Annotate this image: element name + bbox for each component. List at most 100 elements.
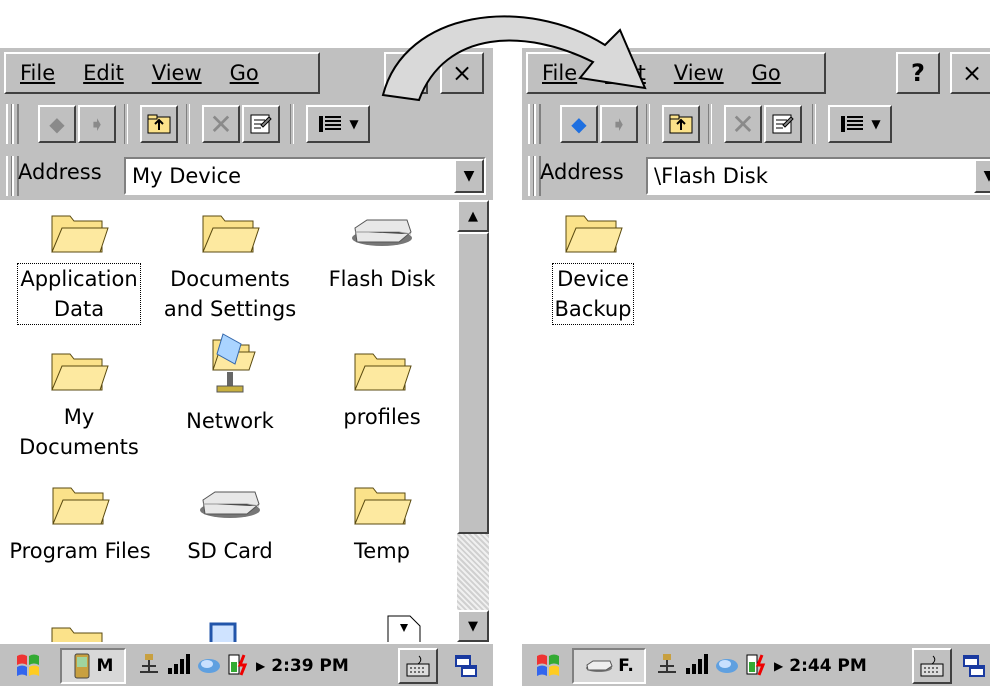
- address-bar: Address \Flash Disk ▼: [522, 150, 990, 200]
- back-icon[interactable]: ◆: [560, 105, 598, 143]
- chevron-down-icon: ▼: [871, 117, 881, 131]
- list-item[interactable]: Documents and Settings: [160, 208, 300, 324]
- list-item[interactable]: Flash Disk: [322, 208, 442, 294]
- file-list: Application Data Documents and Settings …: [0, 200, 457, 650]
- file-icon: [387, 615, 421, 644]
- start-icon[interactable]: [8, 648, 48, 684]
- desktop-switch-icon[interactable]: [958, 648, 990, 684]
- item-label: My Documents: [19, 405, 139, 459]
- item-label: Application Data: [17, 263, 141, 325]
- address-input[interactable]: \Flash Disk: [648, 164, 768, 188]
- device-icon: [74, 653, 90, 679]
- scroll-down-icon[interactable]: ▼: [457, 610, 489, 642]
- item-label: Flash Disk: [328, 267, 436, 291]
- taskbar-task-button[interactable]: F.: [572, 648, 646, 684]
- address-combo[interactable]: My Device ▼: [124, 157, 486, 195]
- forward-icon[interactable]: ➧: [600, 105, 638, 143]
- up-folder-icon[interactable]: [662, 105, 700, 143]
- list-item[interactable]: SD Card: [160, 480, 300, 566]
- close-button[interactable]: ×: [950, 52, 990, 94]
- address-label: Address: [18, 160, 102, 184]
- list-item[interactable]: profiles: [322, 346, 442, 432]
- network-connection-icon[interactable]: [136, 652, 162, 680]
- back-icon[interactable]: ◆: [38, 105, 76, 143]
- item-label: Device Backup: [551, 263, 635, 325]
- chevron-down-icon[interactable]: ▼: [974, 159, 990, 193]
- menu-edit[interactable]: Edit: [69, 61, 138, 85]
- view-mode-icon[interactable]: ▼: [828, 105, 892, 143]
- taskbar: F. ▶ 2:44 PM: [522, 642, 990, 686]
- properties-icon[interactable]: [242, 105, 280, 143]
- scroll-thumb[interactable]: [457, 232, 489, 534]
- drive-icon: [352, 219, 412, 246]
- address-bar: Address My Device ▼: [0, 150, 493, 200]
- delete-icon[interactable]: ✕: [202, 105, 240, 143]
- toolbar-separator: [186, 104, 190, 144]
- network-connection-icon[interactable]: [654, 652, 680, 680]
- menu-file[interactable]: File: [6, 61, 69, 85]
- desktop-switch-icon[interactable]: [446, 648, 486, 684]
- file-list: Device Backup: [522, 200, 990, 642]
- delete-icon[interactable]: ✕: [724, 105, 762, 143]
- system-tray: ▶ 2:44 PM: [652, 648, 867, 684]
- item-label: profiles: [343, 405, 421, 429]
- forward-icon[interactable]: ➧: [78, 105, 116, 143]
- sync-icon[interactable]: [196, 652, 222, 680]
- menu-box: File Edit View Go: [4, 52, 320, 94]
- chevron-down-icon: ▼: [349, 117, 359, 131]
- tray-expand-icon[interactable]: ▶: [774, 659, 783, 673]
- folder-icon: [354, 353, 412, 391]
- network-icon: [212, 333, 256, 393]
- properties-icon[interactable]: [764, 105, 802, 143]
- address-combo[interactable]: \Flash Disk ▼: [646, 157, 990, 195]
- menu-go[interactable]: Go: [216, 61, 273, 85]
- menu-go[interactable]: Go: [738, 61, 795, 85]
- item-label: SD Card: [187, 539, 273, 563]
- clock[interactable]: 2:44 PM: [789, 656, 867, 676]
- toolbar-separator: [646, 104, 650, 144]
- drive-icon: [200, 491, 260, 518]
- list-item[interactable]: Temp: [322, 480, 442, 566]
- taskbar-task-label: M: [96, 656, 114, 676]
- scroll-up-icon[interactable]: ▲: [457, 200, 489, 232]
- toolbar-separator: [708, 104, 712, 144]
- toolbar-grip-line: [12, 104, 19, 144]
- item-label: Program Files: [9, 539, 151, 563]
- vertical-scrollbar[interactable]: ▲ ▼: [457, 200, 489, 642]
- battery-charging-icon[interactable]: [744, 652, 770, 680]
- taskbar-task-button[interactable]: M: [60, 648, 126, 684]
- item-label: Network: [186, 409, 274, 433]
- tray-expand-icon[interactable]: ▶: [256, 659, 265, 673]
- toolbar-separator: [812, 104, 816, 144]
- toolbar-grip-line: [534, 104, 541, 144]
- clock[interactable]: 2:39 PM: [271, 656, 349, 676]
- address-input[interactable]: My Device: [126, 164, 241, 188]
- menu-view[interactable]: View: [138, 61, 216, 85]
- system-tray: ▶ 2:39 PM: [134, 648, 349, 684]
- chevron-down-icon[interactable]: ▼: [454, 159, 484, 193]
- list-item[interactable]: Device Backup: [548, 208, 638, 325]
- signal-strength-icon[interactable]: [684, 652, 710, 680]
- keyboard-icon[interactable]: [912, 648, 952, 684]
- signal-strength-icon[interactable]: [166, 652, 192, 680]
- toolbar-separator: [290, 104, 294, 144]
- taskbar: M ▶ 2:39 PM: [0, 642, 493, 686]
- start-icon[interactable]: [528, 648, 568, 684]
- list-item[interactable]: Program Files: [6, 480, 154, 566]
- folder-icon: [51, 215, 109, 253]
- list-item[interactable]: Network: [160, 330, 300, 436]
- help-button[interactable]: ?: [896, 52, 940, 94]
- view-mode-icon[interactable]: ▼: [306, 105, 370, 143]
- folder-icon: [51, 353, 109, 391]
- taskbar-task-label: F.: [618, 656, 634, 676]
- battery-charging-icon[interactable]: [226, 652, 252, 680]
- toolbar-separator: [124, 104, 128, 144]
- list-item[interactable]: My Documents: [14, 346, 144, 462]
- sync-icon[interactable]: [714, 652, 740, 680]
- keyboard-icon[interactable]: [398, 648, 438, 684]
- address-label: Address: [540, 160, 624, 184]
- folder-icon: [354, 487, 412, 525]
- list-item[interactable]: Application Data: [14, 208, 144, 325]
- item-label: Temp: [354, 539, 410, 563]
- up-folder-icon[interactable]: [140, 105, 178, 143]
